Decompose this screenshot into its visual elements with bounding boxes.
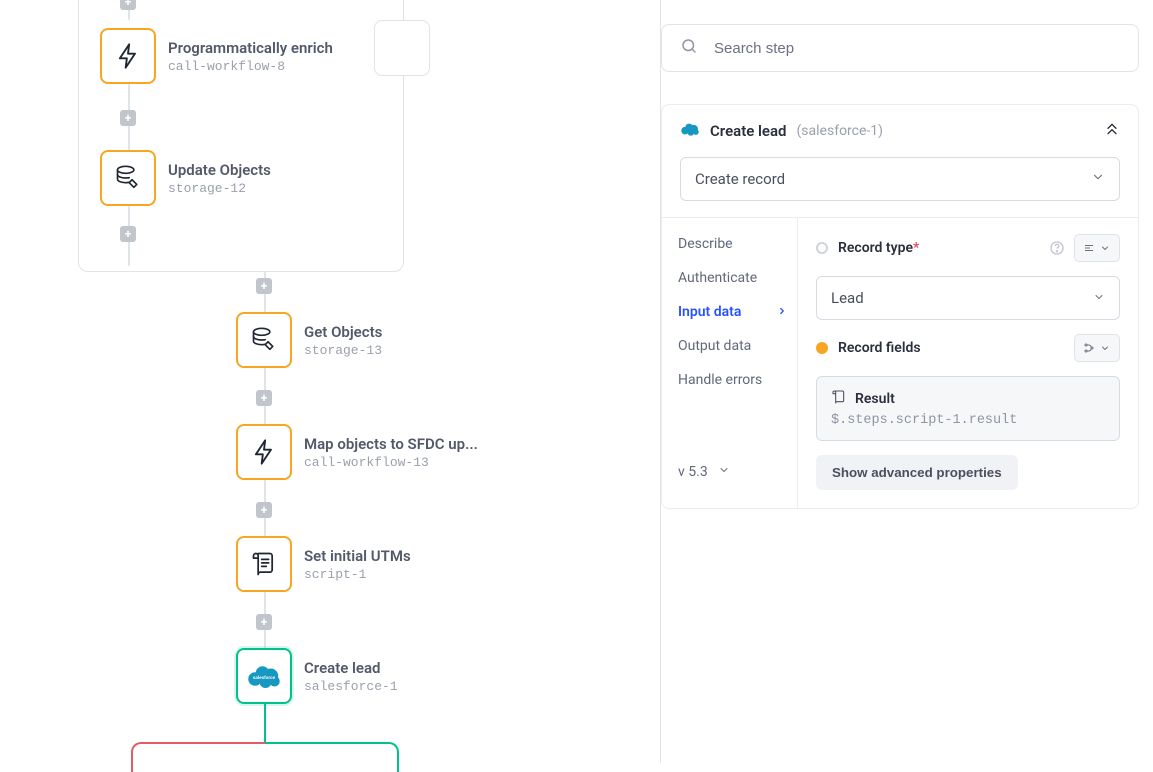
tab-label: Handle errors (678, 372, 762, 388)
tab-label: Output data (678, 338, 751, 354)
add-step-button[interactable] (256, 390, 272, 406)
node-map-objects[interactable]: Map objects to SFDC up... call-workflow-… (236, 424, 478, 480)
svg-text:salesforce: salesforce (253, 675, 276, 680)
collapse-icon[interactable] (1104, 121, 1120, 141)
node-title: Update Objects (168, 161, 271, 179)
add-step-button[interactable] (256, 278, 272, 294)
workflow-canvas: Programmatically enrich call-workflow-8 … (0, 0, 660, 763)
tab-output-data[interactable]: Output data (678, 334, 793, 358)
panel-title: Create lead (710, 122, 787, 140)
empty-branch-slot[interactable] (374, 20, 430, 76)
salesforce-icon: salesforce (236, 648, 292, 704)
record-type-label: Record type (838, 240, 913, 256)
tab-input-data[interactable]: Input data (678, 300, 793, 324)
type-picker-button[interactable] (1074, 234, 1120, 262)
input-data-body: Record type* (798, 218, 1138, 508)
script-icon (236, 536, 292, 592)
database-edit-icon (236, 312, 292, 368)
add-step-button[interactable] (120, 110, 136, 126)
bolt-icon (100, 28, 156, 84)
add-step-button[interactable] (120, 0, 136, 10)
node-programmatically-enrich[interactable]: Programmatically enrich call-workflow-8 (100, 28, 333, 84)
result-path: $.steps.script-1.result (831, 413, 1105, 428)
operation-value: Create record (695, 170, 785, 188)
required-star: * (913, 240, 919, 256)
node-slug: storage-12 (168, 181, 271, 196)
tab-handle-errors[interactable]: Handle errors (678, 368, 793, 392)
node-set-initial-utms[interactable]: Set initial UTMs script-1 (236, 536, 411, 592)
node-title: Programmatically enrich (168, 39, 333, 57)
branch-success (265, 742, 399, 772)
node-slug: salesforce-1 (304, 679, 398, 694)
status-dot-empty (816, 242, 828, 254)
version-selector[interactable]: v 5.3 (678, 448, 793, 494)
node-get-objects[interactable]: Get Objects storage-13 (236, 312, 382, 368)
node-update-objects[interactable]: Update Objects storage-12 (100, 150, 271, 206)
tab-label: Authenticate (678, 270, 757, 286)
search-input[interactable] (712, 39, 1120, 58)
status-dot-filled (816, 342, 828, 354)
show-advanced-button[interactable]: Show advanced properties (816, 455, 1018, 490)
node-create-lead[interactable]: salesforce Create lead salesforce-1 (236, 648, 398, 704)
record-type-select[interactable]: Lead (816, 276, 1120, 320)
step-config-panel: Create lead (salesforce-1) Create record… (661, 104, 1139, 509)
record-type-value: Lead (831, 289, 864, 307)
chevron-down-icon (718, 464, 730, 480)
tab-describe[interactable]: Describe (678, 232, 793, 256)
node-title: Map objects to SFDC up... (304, 435, 478, 453)
node-title: Get Objects (304, 323, 382, 341)
chevron-right-icon (777, 304, 787, 320)
database-edit-icon (100, 150, 156, 206)
node-slug: storage-13 (304, 343, 382, 358)
salesforce-icon (680, 122, 700, 140)
script-icon (831, 389, 847, 409)
add-step-button[interactable] (256, 502, 272, 518)
config-rail: Create lead (salesforce-1) Create record… (660, 0, 1153, 763)
node-slug: script-1 (304, 567, 411, 582)
node-slug: call-workflow-13 (304, 455, 478, 470)
branch-failure (131, 742, 265, 772)
search-step[interactable] (661, 24, 1139, 72)
result-label: Result (855, 391, 895, 407)
chevron-down-icon (1093, 289, 1105, 307)
record-fields-value[interactable]: Result $.steps.script-1.result (816, 376, 1120, 441)
mapping-options-button[interactable] (1074, 334, 1120, 362)
node-slug: call-workflow-8 (168, 59, 333, 74)
tab-label: Input data (678, 304, 741, 320)
node-title: Set initial UTMs (304, 547, 411, 565)
operation-dropdown[interactable]: Create record (680, 157, 1120, 201)
help-icon[interactable] (1048, 239, 1066, 257)
node-title: Create lead (304, 659, 398, 677)
config-tabs: Describe Authenticate Input data Output … (662, 218, 798, 508)
tab-authenticate[interactable]: Authenticate (678, 266, 793, 290)
search-icon (680, 37, 698, 59)
version-label: v 5.3 (678, 464, 708, 480)
panel-slug: (salesforce-1) (797, 123, 884, 139)
bolt-icon (236, 424, 292, 480)
record-fields-label: Record fields (838, 340, 921, 356)
add-step-button[interactable] (120, 226, 136, 242)
add-step-button[interactable] (256, 614, 272, 630)
branch-connector (264, 704, 266, 742)
chevron-down-icon (1091, 170, 1105, 188)
tab-label: Describe (678, 236, 733, 252)
